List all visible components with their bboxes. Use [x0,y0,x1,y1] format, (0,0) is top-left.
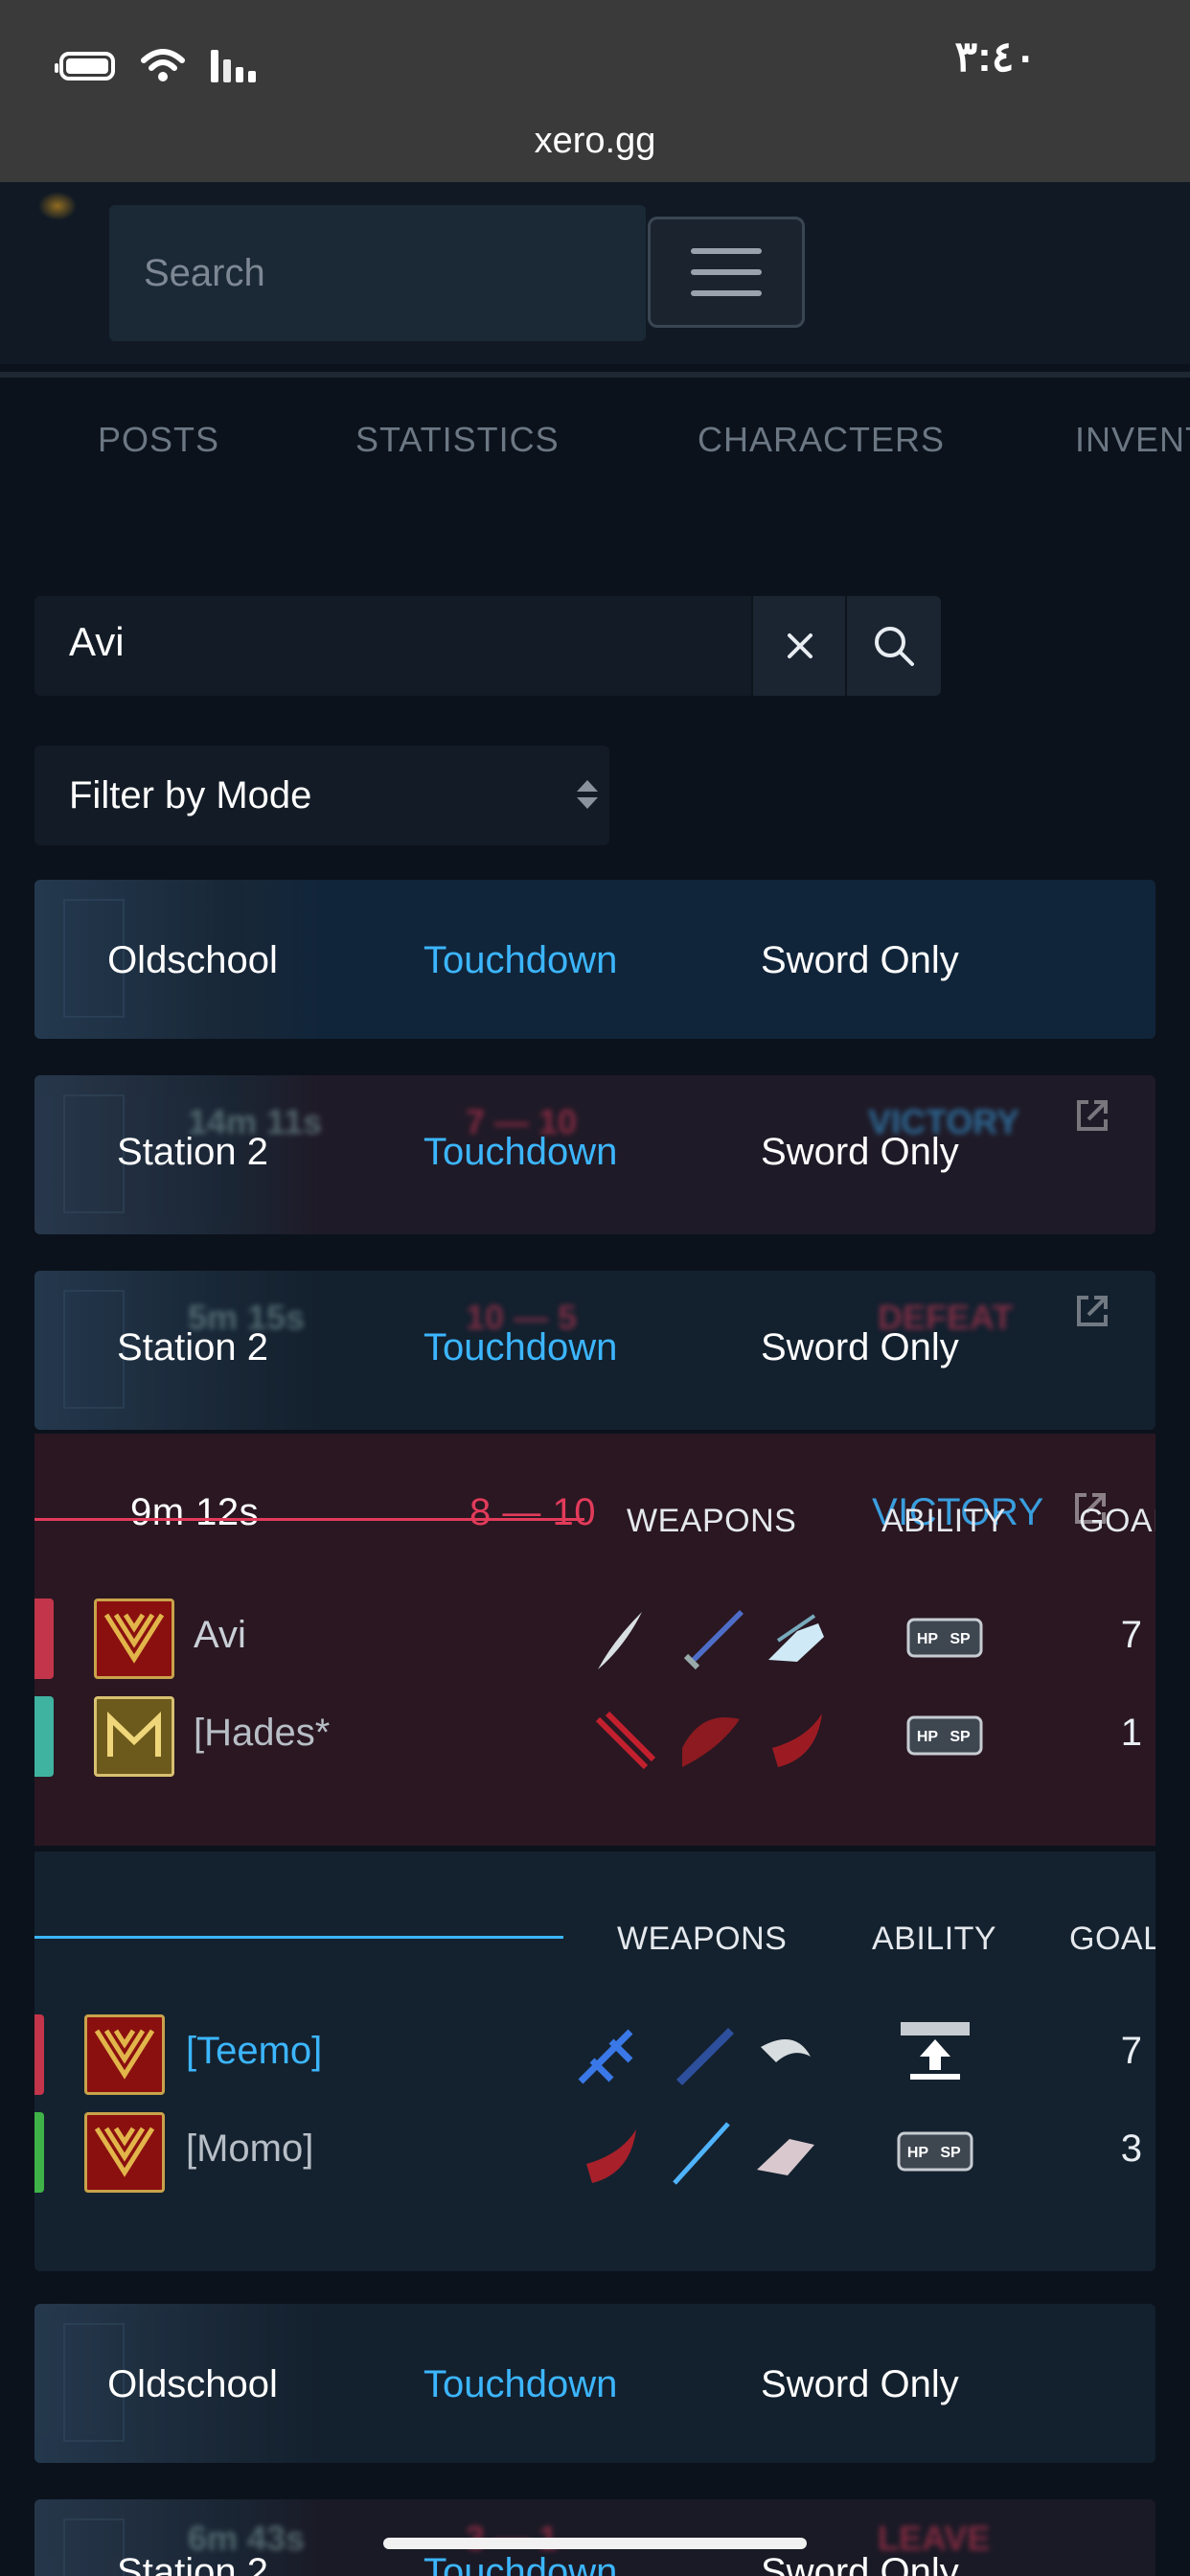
svg-text:SP: SP [940,2145,961,2161]
clan-emblem-icon [84,2014,165,2095]
match-score: 8 — 10 [469,1491,596,1533]
rank-badge-icon [34,2112,44,2193]
sword-weapon-icon [683,1610,744,1670]
map-name: Oldschool [107,939,278,981]
match-row[interactable]: 5m 15s 10 — 5 DEFEAT Station 2 Touchdown… [34,1271,1156,1430]
clan-emblem-icon [94,1696,174,1777]
match-duration: 9m 12s [130,1491,260,1533]
game-mode: Touchdown [423,939,618,981]
svg-text:SP: SP [950,1631,971,1647]
hp-sp-ability-icon: HP SP [906,1715,983,1756]
sp-ability-icon [901,2022,970,2080]
battery-icon [55,52,115,80]
scythe-weapon-icon [586,2129,636,2183]
tab-statistics[interactable]: STATISTICS [355,420,560,460]
player-row[interactable]: [Hades* HP SP 1 [34,1690,1156,1782]
lightsaber-weapon-icon [673,2122,730,2185]
map-name: Station 2 [117,2551,268,2576]
player-row[interactable]: [Teemo] 7 [34,2009,1156,2101]
clan-emblem-icon [94,1598,174,1679]
logo-glow [38,192,77,220]
expanded-match: 9m 12s 8 — 10 WEAPONS VICTORY ABILITY GO… [34,1434,1156,2271]
search-button[interactable] [845,596,941,696]
search-icon [875,627,914,666]
red-team-divider [34,1518,584,1521]
close-icon [788,633,812,658]
goal-header: GOAL [1079,1503,1156,1539]
player-filter-value[interactable]: Avi [69,619,125,665]
blades-weapon-icon [595,1711,656,1770]
weapons-header: WEAPONS [627,1503,797,1539]
blaster-weapon-icon [768,1614,824,1662]
wifi-icon [141,49,185,81]
external-link-icon[interactable] [1071,1094,1113,1137]
rank-badge-icon [34,1598,54,1679]
game-mode: Touchdown [423,1326,618,1368]
svg-text:HP: HP [917,1631,939,1647]
game-rule: Sword Only [761,1131,959,1173]
svg-text:SP: SP [950,1729,971,1745]
search-input[interactable] [109,205,646,341]
clan-emblem-icon [84,2112,165,2193]
status-icons [55,42,256,90]
hamburger-menu-button[interactable] [648,217,805,328]
match-row[interactable]: Oldschool Touchdown Sword Only [34,2304,1156,2463]
gun-weapon-icon [757,2139,814,2175]
player-goals: 7 [1120,1614,1142,1656]
address-bar-url[interactable]: xero.gg [0,121,1190,162]
game-mode: Touchdown [423,2363,618,2405]
hp-sp-ability-icon: HP SP [906,1618,983,1658]
player-goals: 7 [1120,2030,1142,2072]
map-name: Station 2 [117,1326,268,1368]
player-name[interactable]: Avi [194,1614,246,1657]
game-rule: Sword Only [761,2551,959,2576]
player-goals: 1 [1120,1712,1142,1754]
dagger-weapon-icon [598,1612,642,1669]
hp-sp-ability-icon: HP SP [897,2131,973,2172]
ability-header: ABILITY [872,1920,997,1957]
match-row[interactable]: 14m 11s 7 — 10 VICTORY Station 2 Touchdo… [34,1075,1156,1234]
rifle-weapon-icon [578,2029,633,2084]
player-name[interactable]: [Hades* [194,1712,330,1755]
tab-inventory[interactable]: INVENT [1075,420,1190,460]
player-name[interactable]: [Momo] [186,2128,313,2171]
player-row[interactable]: Avi HP SP 7 [34,1593,1156,1685]
scythe-weapon-icon [772,1714,822,1767]
player-row[interactable]: [Momo] HP SP 3 [34,2106,1156,2198]
map-name: Oldschool [107,2363,278,2405]
blue-team-panel: WEAPONS ABILITY GOAL [Teemo] 7 [Momo] HP… [34,1852,1156,2271]
status-time: ٣:٤٠ [954,34,1037,80]
svg-text:HP: HP [907,2145,929,2161]
claw-weapon-icon [682,1717,740,1767]
dagger-weapon-icon [761,2039,811,2062]
player-name[interactable]: [Teemo] [186,2030,322,2073]
map-name: Station 2 [117,1131,268,1173]
match-row[interactable]: Oldschool Touchdown Sword Only [34,880,1156,1039]
game-rule: Sword Only [761,1326,959,1368]
ability-header: ABILITY [881,1503,1007,1539]
blue-team-divider [34,1936,563,1939]
mode-filter-label: Filter by Mode [69,773,312,816]
game-mode: Touchdown [423,2551,618,2576]
red-team-panel: 9m 12s 8 — 10 WEAPONS VICTORY ABILITY GO… [34,1434,1156,1846]
game-rule: Sword Only [761,939,959,981]
rank-badge-icon [34,1696,54,1777]
home-indicator[interactable] [383,2538,807,2549]
game-mode: Touchdown [423,1131,618,1173]
cellular-signal-icon [211,50,256,82]
goal-header: GOAL [1069,1920,1156,1957]
rank-badge-icon [34,2014,44,2095]
weapons-header: WEAPONS [617,1920,788,1957]
svg-text:HP: HP [917,1729,939,1745]
site-search[interactable] [109,205,646,341]
external-link-icon[interactable] [1071,1290,1113,1332]
clear-button[interactable] [751,596,847,696]
player-goals: 3 [1120,2128,1142,2170]
greatsword-weapon-icon [676,2028,734,2085]
tab-characters[interactable]: CHARACTERS [698,420,945,460]
tab-posts[interactable]: POSTS [98,420,219,460]
mode-filter-select[interactable]: Filter by Mode [34,746,609,845]
game-rule: Sword Only [761,2363,959,2405]
hamburger-menu-icon [691,248,762,254]
